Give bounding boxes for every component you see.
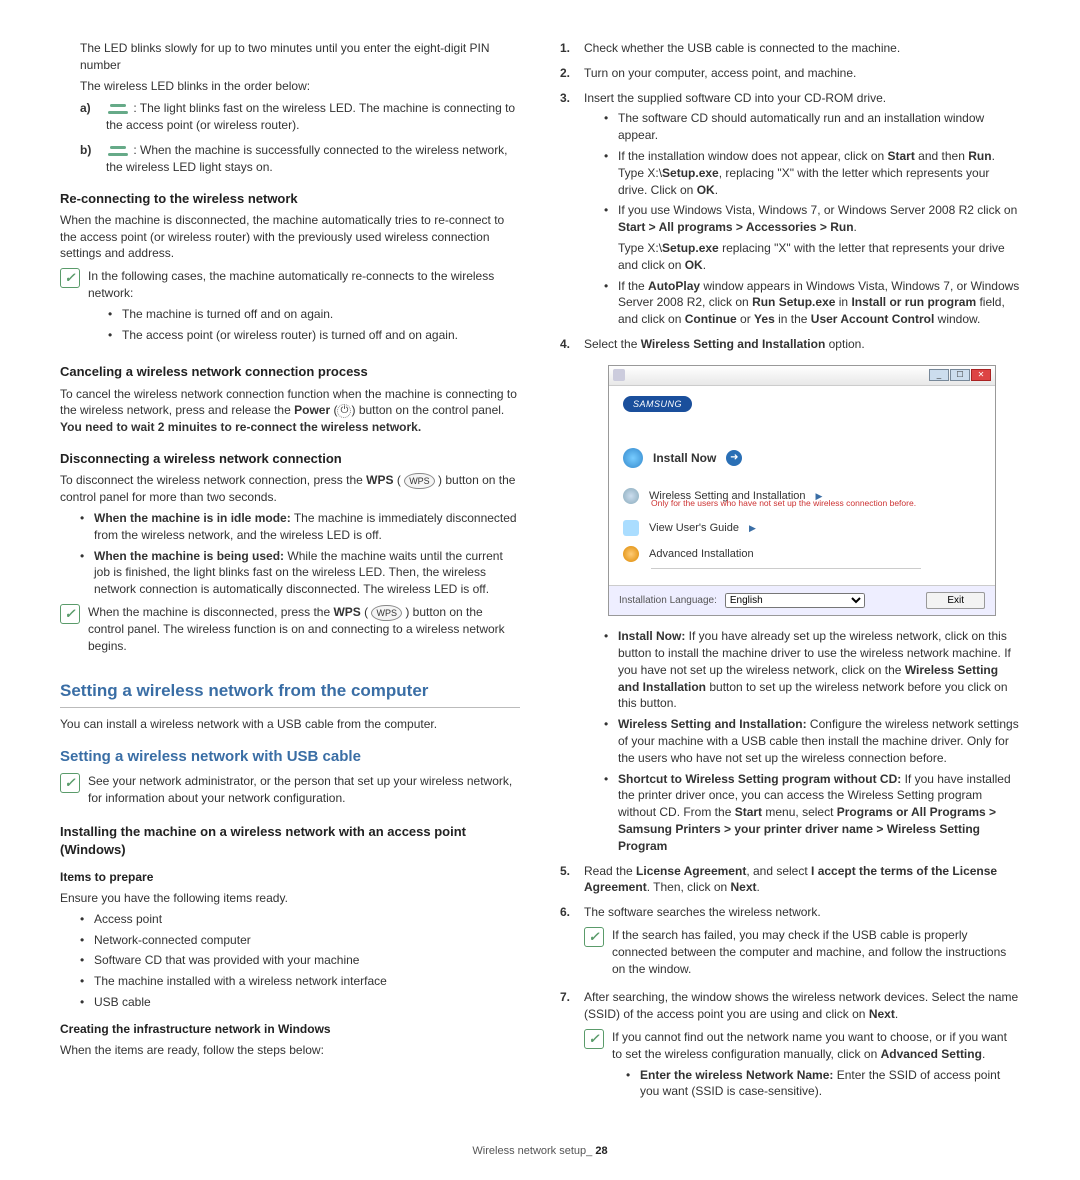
setting-main-title: Setting a wireless network from the comp… bbox=[60, 679, 520, 708]
wireless-icon bbox=[623, 488, 639, 504]
canceling-p1: To cancel the wireless network connectio… bbox=[60, 386, 520, 436]
page-footer: Wireless network setup_ 28 bbox=[60, 1144, 1020, 1159]
step7-sub: Enter the wireless Network Name: Enter t… bbox=[626, 1067, 1020, 1101]
wps-icon: WPS bbox=[404, 473, 435, 490]
step-2: 2.Turn on your computer, access point, a… bbox=[560, 65, 1020, 82]
step-6: 6. The software searches the wireless ne… bbox=[560, 904, 1020, 981]
reconnecting-note: ✓ In the following cases, the machine au… bbox=[60, 268, 520, 349]
step-4: 4. Select the Wireless Setting and Insta… bbox=[560, 336, 1020, 855]
note-intro: In the following cases, the machine auto… bbox=[88, 268, 520, 302]
disconnecting-p1: To disconnect the wireless network conne… bbox=[60, 472, 520, 506]
item-2: Network-connected computer bbox=[80, 932, 520, 949]
wps-icon: WPS bbox=[371, 605, 402, 622]
sublist-item-b: b) : When the machine is successfully co… bbox=[80, 142, 520, 176]
item-5: USB cable bbox=[80, 994, 520, 1011]
sublist-b-content: : When the machine is successfully conne… bbox=[106, 142, 520, 176]
after-b3: Shortcut to Wireless Setting program wit… bbox=[604, 771, 1020, 855]
sublist-item-a: a) : The light blinks fast on the wirele… bbox=[80, 100, 520, 134]
step3-b3: If you use Windows Vista, Windows 7, or … bbox=[604, 202, 1020, 273]
maximize-button[interactable]: ☐ bbox=[950, 369, 970, 381]
marker-b: b) bbox=[80, 142, 98, 176]
step-7: 7. After searching, the window shows the… bbox=[560, 989, 1020, 1106]
step-1: 1.Check whether the USB cable is connect… bbox=[560, 40, 1020, 57]
power-icon: ⏻ bbox=[337, 404, 351, 418]
after-b1: Install Now: If you have already set up … bbox=[604, 628, 1020, 712]
step7-note: ✓ If you cannot find out the network nam… bbox=[584, 1029, 1020, 1106]
item-3: Software CD that was provided with your … bbox=[80, 952, 520, 969]
reconnecting-p1: When the machine is disconnected, the ma… bbox=[60, 212, 520, 262]
install-title: Installing the machine on a wireless net… bbox=[60, 823, 520, 859]
left-column: The LED blinks slowly for up to two minu… bbox=[60, 40, 520, 1114]
item-1: Access point bbox=[80, 911, 520, 928]
arrow-icon: ➜ bbox=[726, 450, 742, 466]
create-intro: When the items are ready, follow the ste… bbox=[60, 1042, 520, 1059]
view-guide-row[interactable]: View User's Guide ▶ bbox=[623, 520, 981, 536]
intro-block: The LED blinks slowly for up to two minu… bbox=[60, 40, 520, 176]
reconnect-bullet-2: The access point (or wireless router) is… bbox=[108, 327, 520, 344]
samsung-logo: SAMSUNG bbox=[623, 396, 692, 413]
lang-label: Installation Language: bbox=[619, 594, 717, 608]
triangle-icon: ▶ bbox=[749, 522, 756, 535]
install-now-icon bbox=[623, 448, 643, 468]
gear-icon bbox=[623, 546, 639, 562]
guide-icon bbox=[623, 520, 639, 536]
usb-note: ✓ See your network administrator, or the… bbox=[60, 773, 520, 811]
after-b2: Wireless Setting and Installation: Confi… bbox=[604, 716, 1020, 766]
canceling-title: Canceling a wireless network connection … bbox=[60, 363, 520, 381]
divider bbox=[651, 568, 921, 569]
reconnect-bullet-1: The machine is turned off and on again. bbox=[108, 306, 520, 323]
led-blink-icon bbox=[106, 104, 130, 114]
note-icon: ✓ bbox=[60, 604, 80, 624]
step6-note: ✓ If the search has failed, you may chec… bbox=[584, 927, 1020, 981]
installer-footer: Installation Language: English Exit bbox=[609, 585, 995, 615]
usb-title: Setting a wireless network with USB cabl… bbox=[60, 746, 520, 767]
marker-a: a) bbox=[80, 100, 98, 134]
install-now-row[interactable]: Install Now ➜ bbox=[623, 448, 981, 468]
note-icon: ✓ bbox=[60, 268, 80, 288]
setting-intro: You can install a wireless network with … bbox=[60, 716, 520, 733]
wireless-hint: Only for the users who have not set up t… bbox=[651, 498, 981, 510]
create-title: Creating the infrastructure network in W… bbox=[60, 1021, 520, 1038]
lang-select[interactable]: English bbox=[725, 593, 865, 608]
step3-b1: The software CD should automatically run… bbox=[604, 110, 1020, 144]
sublist-a-content: : The light blinks fast on the wireless … bbox=[106, 100, 520, 134]
titlebar-icon bbox=[613, 369, 625, 381]
disconnect-bullet-1: When the machine is in idle mode: The ma… bbox=[80, 510, 520, 544]
disconnect-note: ✓ When the machine is disconnected, pres… bbox=[60, 604, 520, 659]
disconnect-bullet-2: When the machine is being used: While th… bbox=[80, 548, 520, 598]
exit-button[interactable]: Exit bbox=[926, 592, 985, 609]
right-column: 1.Check whether the USB cable is connect… bbox=[560, 40, 1020, 1114]
advanced-row[interactable]: Advanced Installation bbox=[623, 546, 981, 562]
reconnecting-title: Re-connecting to the wireless network bbox=[60, 190, 520, 208]
installer-titlebar: _ ☐ ✕ bbox=[609, 366, 995, 386]
items-intro: Ensure you have the following items read… bbox=[60, 890, 520, 907]
items-title: Items to prepare bbox=[60, 869, 520, 886]
close-button[interactable]: ✕ bbox=[971, 369, 991, 381]
minimize-button[interactable]: _ bbox=[929, 369, 949, 381]
note-icon: ✓ bbox=[584, 1029, 604, 1049]
led-solid-icon bbox=[106, 146, 130, 156]
step3-b4: If the AutoPlay window appears in Window… bbox=[604, 278, 1020, 328]
item-4: The machine installed with a wireless ne… bbox=[80, 973, 520, 990]
step-5: 5. Read the License Agreement, and selec… bbox=[560, 863, 1020, 897]
note-icon: ✓ bbox=[584, 927, 604, 947]
intro-p2: The wireless LED blinks in the order bel… bbox=[80, 78, 520, 95]
note-icon: ✓ bbox=[60, 773, 80, 793]
disconnecting-title: Disconnecting a wireless network connect… bbox=[60, 450, 520, 468]
step-3: 3.Insert the supplied software CD into y… bbox=[560, 90, 1020, 328]
installer-window: _ ☐ ✕ SAMSUNG Install Now ➜ bbox=[608, 365, 996, 616]
intro-p1: The LED blinks slowly for up to two minu… bbox=[80, 40, 520, 74]
step3-b2: If the installation window does not appe… bbox=[604, 148, 1020, 198]
